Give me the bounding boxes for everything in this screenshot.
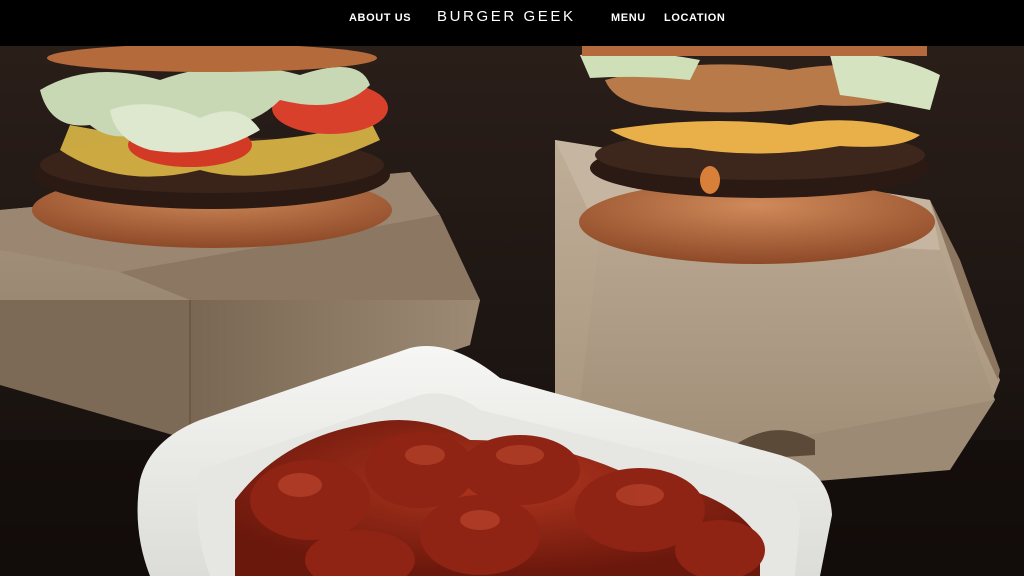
nav-link-menu[interactable]: MENU — [611, 11, 646, 25]
brand-logo-text[interactable]: BURGER GEEK — [437, 8, 576, 26]
top-navigation-bar: ABOUT US BURGER GEEK MENU LOCATION — [0, 0, 1024, 46]
left-burger — [32, 46, 392, 248]
nav-link-location[interactable]: LOCATION — [664, 11, 725, 25]
page: ABOUT US BURGER GEEK MENU LOCATION — [0, 0, 1024, 576]
nav-link-about-us[interactable]: ABOUT US — [349, 11, 411, 25]
right-burger — [579, 46, 940, 264]
hero-image — [0, 46, 1024, 576]
